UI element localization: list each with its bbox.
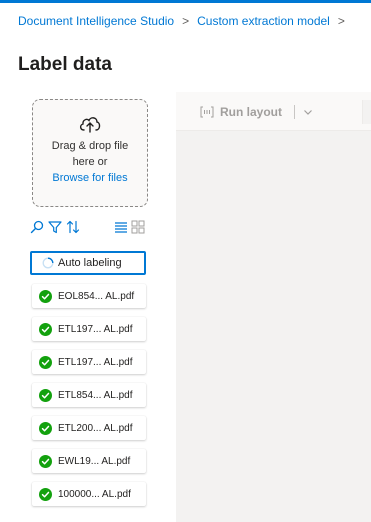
toolbar-next-button[interactable] <box>362 100 371 124</box>
chevron-down-icon[interactable] <box>303 107 313 117</box>
auto-labeling-button[interactable]: Auto labeling <box>30 251 146 275</box>
dropzone-text: here or <box>72 156 108 168</box>
breadcrumb-separator: > <box>182 14 190 28</box>
top-accent-bar <box>0 0 371 3</box>
browse-files-link[interactable]: Browse for files <box>33 170 147 186</box>
breadcrumb-separator: > <box>337 14 345 28</box>
list-item[interactable]: EWL19... AL.pdf <box>32 449 146 473</box>
list-item[interactable]: ETL197... AL.pdf <box>32 317 146 341</box>
document-list-panel: Drag & drop file here or Browse for file… <box>26 92 154 522</box>
check-circle-icon <box>39 355 52 369</box>
canvas-toolbar: Run layout <box>176 92 371 131</box>
cloud-upload-icon <box>79 117 101 133</box>
filter-icon[interactable] <box>48 220 62 234</box>
list-item[interactable]: 100000... AL.pdf <box>32 482 146 506</box>
check-circle-icon <box>39 322 52 336</box>
list-item[interactable]: EOL854... AL.pdf <box>32 284 146 308</box>
breadcrumb-item-studio[interactable]: Document Intelligence Studio <box>18 14 174 28</box>
document-name: ETL200... AL.pdf <box>58 422 133 434</box>
document-name: ETL854... AL.pdf <box>58 389 133 401</box>
document-canvas[interactable]: Run layout <box>176 92 371 522</box>
upload-dropzone[interactable]: Drag & drop file here or Browse for file… <box>32 99 148 207</box>
check-circle-icon <box>39 487 52 501</box>
sort-icon[interactable] <box>66 220 80 234</box>
list-view-icon[interactable] <box>114 220 128 234</box>
document-name: EWL19... AL.pdf <box>58 455 131 467</box>
breadcrumb: Document Intelligence Studio > Custom ex… <box>18 14 353 28</box>
spinner-icon <box>42 257 54 269</box>
document-name: ETL197... AL.pdf <box>58 356 133 368</box>
list-toolbar <box>30 220 154 236</box>
document-list: EOL854... AL.pdf ETL197... AL.pdf ETL197… <box>32 284 146 515</box>
document-name: ETL197... AL.pdf <box>58 323 133 335</box>
document-name: EOL854... AL.pdf <box>58 290 135 302</box>
page-title: Label data <box>18 54 112 75</box>
check-circle-icon <box>39 388 52 402</box>
check-circle-icon <box>39 454 52 468</box>
auto-labeling-label: Auto labeling <box>58 257 122 269</box>
list-item[interactable]: ETL854... AL.pdf <box>32 383 146 407</box>
check-circle-icon <box>39 421 52 435</box>
list-item[interactable]: ETL200... AL.pdf <box>32 416 146 440</box>
breadcrumb-item-custom-model[interactable]: Custom extraction model <box>197 14 330 28</box>
document-name: 100000... AL.pdf <box>58 488 131 500</box>
layout-icon <box>200 106 214 118</box>
grid-view-icon[interactable] <box>131 220 145 234</box>
run-layout-button[interactable]: Run layout <box>200 100 313 124</box>
list-item[interactable]: ETL197... AL.pdf <box>32 350 146 374</box>
split-divider <box>294 105 295 119</box>
run-layout-label: Run layout <box>220 105 282 119</box>
dropzone-text: Drag & drop file <box>51 140 129 152</box>
search-icon[interactable] <box>30 220 44 234</box>
check-circle-icon <box>39 289 52 303</box>
